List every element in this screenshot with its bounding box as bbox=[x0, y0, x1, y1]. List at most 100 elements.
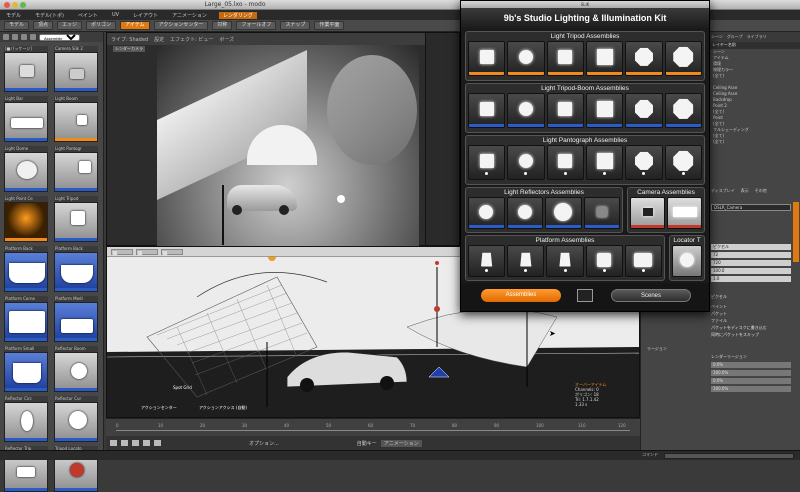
platform-medium-button[interactable] bbox=[585, 245, 623, 277]
viewport-effects-menu[interactable]: エフェクト: ビュー bbox=[170, 36, 213, 43]
preset-thumbnail[interactable]: Platform Medi bbox=[54, 296, 98, 342]
region-field[interactable]: 100.0% bbox=[711, 370, 791, 376]
preset-thumbnail[interactable]: Platform Corne bbox=[4, 296, 48, 342]
camera-array-button[interactable] bbox=[667, 197, 702, 229]
tab-display[interactable]: ディスプレイ bbox=[711, 188, 735, 194]
pantograph-spotlight-button[interactable] bbox=[468, 145, 506, 180]
command-input[interactable] bbox=[664, 453, 794, 459]
region-field[interactable]: 0.0% bbox=[711, 378, 791, 384]
preset-thumbnail[interactable]: Camera Slik 2 bbox=[54, 46, 98, 92]
action-center-button[interactable]: アクションセンター bbox=[153, 21, 209, 30]
render-field[interactable]: 72 bbox=[711, 252, 791, 258]
viewport-shading-menu[interactable]: ライブ: Shaded bbox=[111, 36, 148, 43]
tripod-octabox-large-button[interactable] bbox=[664, 41, 702, 76]
boom-dome-light-button[interactable] bbox=[507, 93, 545, 128]
menu-uv[interactable]: UV bbox=[110, 12, 121, 18]
tripod-fresnel-button[interactable] bbox=[546, 41, 584, 76]
region-field[interactable]: 0.0% bbox=[711, 362, 791, 368]
preset-thumbnail[interactable]: Platform Small bbox=[4, 346, 48, 392]
camera-studio-button[interactable] bbox=[630, 197, 665, 229]
boom-spotlight-button[interactable] bbox=[468, 93, 506, 128]
edge-mode-button[interactable]: エッジ bbox=[57, 21, 83, 30]
render-preview-viewport[interactable]: ライブ: Shaded 設定 エフェクト: ビュー ボーズ レンダーカメラ ⟳ … bbox=[106, 32, 458, 246]
tripod-spotlight-button[interactable] bbox=[468, 41, 506, 76]
falloff-button[interactable]: フォールオフ bbox=[236, 21, 277, 30]
preset-thumbnail[interactable]: Reflector Circ bbox=[4, 396, 48, 442]
viewport-tab[interactable]: ■ bbox=[136, 248, 158, 257]
preset-thumbnail[interactable]: Light Point Ce bbox=[4, 196, 48, 242]
scenes-button[interactable]: Scenes bbox=[611, 289, 691, 302]
pantograph-dome-light-button[interactable] bbox=[507, 145, 545, 180]
preset-thumbnail[interactable]: Light Dome bbox=[4, 146, 48, 192]
preset-thumbnail[interactable]: Platform Back bbox=[4, 246, 48, 292]
step-forward-icon[interactable] bbox=[143, 440, 150, 446]
pantograph-fresnel-button[interactable] bbox=[546, 145, 584, 180]
grid-view-icon[interactable] bbox=[21, 34, 27, 40]
viewport-tab[interactable]: ■ bbox=[111, 248, 133, 257]
tab-view[interactable]: 表示 bbox=[741, 188, 749, 194]
write-buckets-checkbox[interactable]: パケットをディスクに書き込む bbox=[711, 325, 767, 331]
go-to-start-icon[interactable] bbox=[110, 440, 117, 446]
menu-model[interactable]: モデル bbox=[4, 12, 23, 19]
preset-thumbnail[interactable]: Light Boom bbox=[54, 96, 98, 142]
menu-layout[interactable]: レイアウト bbox=[131, 12, 160, 19]
reflector-round-button[interactable] bbox=[506, 197, 543, 229]
locator-tripod-button[interactable] bbox=[672, 245, 702, 277]
preset-thumbnail[interactable]: [■パッケージ] bbox=[4, 46, 48, 92]
preset-thumbnail[interactable]: Reflector Boom bbox=[54, 346, 98, 392]
pantograph-octabox-button[interactable] bbox=[625, 145, 663, 180]
menu-render[interactable]: レンダリング bbox=[218, 11, 257, 19]
playback-options-button[interactable]: オプション... bbox=[249, 440, 279, 447]
item-mode-button[interactable]: アイテム bbox=[120, 21, 150, 30]
preset-thumbnail[interactable]: Reflector Cur bbox=[54, 396, 98, 442]
render-field[interactable]: 720 bbox=[711, 260, 791, 266]
tab-group[interactable]: グループ bbox=[727, 34, 743, 40]
workplane-button[interactable]: 作業平面 bbox=[314, 21, 345, 30]
back-icon[interactable] bbox=[3, 34, 9, 40]
snap-button[interactable]: スナップ bbox=[280, 21, 311, 30]
platform-back-curve-button[interactable] bbox=[468, 245, 506, 277]
platform-corner-button[interactable] bbox=[546, 245, 584, 277]
tripod-octabox-button[interactable] bbox=[625, 41, 663, 76]
go-to-end-icon[interactable] bbox=[154, 440, 161, 446]
secondary-viewport[interactable] bbox=[425, 32, 460, 246]
preset-thumbnail[interactable]: Platform Back bbox=[54, 246, 98, 292]
preset-folder-select[interactable]: Assemblie bbox=[39, 33, 80, 41]
tripod-dome-light-button[interactable] bbox=[507, 41, 545, 76]
boom-octabox-large-button[interactable] bbox=[664, 93, 702, 128]
pantograph-softbox-button[interactable] bbox=[585, 145, 624, 180]
tripod-softbox-button[interactable] bbox=[585, 41, 624, 76]
skip-buckets-checkbox[interactable]: 同時にパケットをスキップ bbox=[711, 332, 759, 338]
symmetry-button[interactable]: 対称 bbox=[212, 21, 233, 30]
list-view-icon[interactable] bbox=[30, 34, 36, 40]
timeline[interactable]: 0 10 20 30 40 50 60 70 80 90 100 110 120 bbox=[106, 418, 640, 436]
auto-key-button[interactable]: 自動キー bbox=[357, 440, 377, 447]
reflector-tripod-button[interactable] bbox=[583, 197, 620, 229]
render-field[interactable]: ピクセル bbox=[711, 244, 791, 250]
boom-fresnel-button[interactable] bbox=[546, 93, 584, 128]
viewport-tab[interactable]: ■ bbox=[161, 248, 183, 257]
viewport-pose-menu[interactable]: ボーズ bbox=[219, 36, 234, 43]
preset-thumbnail[interactable]: Light Tripod bbox=[54, 196, 98, 242]
mode-model-button[interactable]: モデル bbox=[4, 21, 30, 30]
menu-paint[interactable]: ペイント bbox=[76, 12, 100, 19]
tab-library[interactable]: ライブラリ bbox=[747, 34, 767, 40]
pantograph-octabox-large-button[interactable] bbox=[664, 145, 702, 180]
vertex-mode-button[interactable]: 頂点 bbox=[33, 21, 54, 30]
assemblies-button[interactable]: Assemblies bbox=[481, 289, 561, 302]
reflector-disc-button[interactable] bbox=[545, 197, 582, 229]
step-back-icon[interactable] bbox=[121, 440, 128, 446]
render-field[interactable]: 100.0 bbox=[711, 268, 791, 274]
preset-thumbnail[interactable]: Light Pantogr bbox=[54, 146, 98, 192]
layout-toggle-icon[interactable] bbox=[577, 289, 593, 302]
boom-octabox-button[interactable] bbox=[625, 93, 663, 128]
menu-model-topo[interactable]: モデル(トポ) bbox=[33, 12, 66, 19]
play-icon[interactable] bbox=[132, 440, 139, 446]
platform-small-button[interactable] bbox=[624, 245, 663, 277]
render-region-toggle[interactable]: レンダーリージョン bbox=[711, 354, 747, 360]
region-field[interactable]: 100.0% bbox=[711, 386, 791, 392]
camera-select[interactable]: DSLR_Camera bbox=[711, 204, 791, 211]
forward-icon[interactable] bbox=[12, 34, 18, 40]
animation-menu[interactable]: アニメーション bbox=[380, 439, 422, 447]
render-field[interactable]: 1.0 bbox=[711, 276, 791, 282]
